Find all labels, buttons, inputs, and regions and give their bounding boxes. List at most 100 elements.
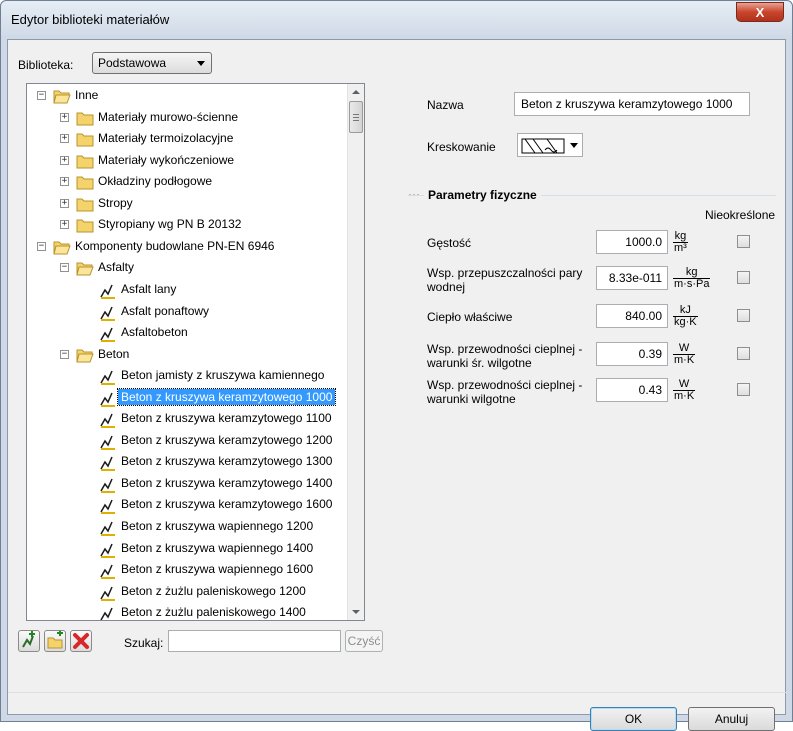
- material-icon: [100, 607, 113, 620]
- tree-material-item[interactable]: Beton z żużlu paleniskowego 1400: [27, 603, 347, 620]
- chevron-down-icon: [570, 143, 578, 148]
- chevron-down-icon: [197, 61, 205, 66]
- tree-material-item[interactable]: Beton z kruszywa keramzytowego 1000: [27, 387, 347, 408]
- param-value-field[interactable]: 8.33e-011: [596, 266, 668, 290]
- footer-divider: [8, 692, 787, 693]
- tree-material-item[interactable]: Asfalt lany: [27, 280, 347, 300]
- tree-material-item[interactable]: Asfaltobeton: [27, 323, 347, 343]
- param-label: Wsp. przewodności cieplnej - warunki śr.…: [427, 342, 583, 370]
- add-folder-icon: [47, 630, 63, 649]
- collapse-icon[interactable]: −: [60, 349, 69, 359]
- material-icon: [100, 478, 115, 493]
- tree-item-label: Styropiany wg PN B 20132: [98, 217, 242, 232]
- param-value-field[interactable]: 1000.0: [596, 230, 668, 254]
- tree-item-label: Beton z kruszywa wapiennego 1600: [121, 562, 314, 577]
- tree-folder-item[interactable]: + Stropy: [27, 194, 347, 214]
- name-label: Nazwa: [427, 98, 464, 112]
- tree-item-label: Beton: [98, 346, 130, 361]
- tree-material-item[interactable]: Beton z kruszywa keramzytowego 1300: [27, 452, 347, 472]
- library-select[interactable]: Podstawowa: [92, 52, 212, 74]
- param-value-field[interactable]: 0.43: [596, 378, 668, 402]
- tree-item-label: Beton jamisty z kruszywa kamiennego: [121, 368, 325, 383]
- undefined-checkbox[interactable]: [737, 383, 750, 396]
- unit-numerator: kJ: [679, 304, 691, 316]
- title-bar[interactable]: Edytor biblioteki materiałów X: [1, 1, 792, 39]
- tree-folder-item[interactable]: + Okładziny podłogowe: [27, 172, 347, 192]
- search-input[interactable]: [168, 630, 341, 652]
- scroll-up-icon[interactable]: [352, 90, 360, 94]
- unit-denominator: m·K: [673, 390, 696, 402]
- expand-icon[interactable]: +: [60, 198, 69, 208]
- tree-item-label: Asfaltobeton: [121, 325, 188, 340]
- undefined-checkbox[interactable]: [737, 271, 750, 284]
- tree-material-item[interactable]: Beton z kruszywa wapiennego 1600: [27, 560, 347, 580]
- collapse-icon[interactable]: −: [60, 263, 69, 273]
- folder-open-icon: [76, 262, 94, 276]
- expand-icon[interactable]: +: [60, 134, 69, 144]
- tree-material-item[interactable]: Beton z kruszywa keramzytowego 1200: [27, 431, 347, 451]
- folder-icon: [76, 112, 94, 126]
- add-folder-button[interactable]: [44, 630, 66, 652]
- undefined-checkbox[interactable]: [737, 347, 750, 360]
- tree-material-item[interactable]: Asfalt ponaftowy: [27, 302, 347, 322]
- tree-folder-item[interactable]: − Inne: [27, 86, 347, 106]
- window-title: Edytor biblioteki materiałów: [11, 12, 170, 27]
- tree-item-label: Beton z żużlu paleniskowego 1200: [121, 583, 306, 598]
- collapse-icon[interactable]: −: [37, 91, 46, 100]
- tree-item-label: Asfalt ponaftowy: [121, 303, 210, 318]
- scroll-down-icon[interactable]: [352, 610, 360, 614]
- add-material-button[interactable]: [18, 630, 40, 652]
- material-tree[interactable]: − Inne + Materiały murowo-ścienne + Materiały…: [26, 83, 365, 621]
- hatch-select[interactable]: [517, 133, 583, 157]
- unit-numerator: kg: [674, 230, 687, 242]
- tree-item-label: Asfalty: [98, 260, 135, 275]
- param-value-field[interactable]: 840.00: [596, 304, 668, 328]
- undefined-checkbox[interactable]: [737, 309, 750, 322]
- name-field[interactable]: [514, 92, 750, 116]
- cancel-button[interactable]: Anuluj: [688, 707, 775, 731]
- ok-button[interactable]: OK: [590, 707, 677, 731]
- tree-item-label: Stropy: [98, 195, 133, 210]
- material-icon: [100, 392, 115, 407]
- delete-button[interactable]: [70, 630, 92, 652]
- tree-folder-item[interactable]: + Materiały murowo-ścienne: [27, 108, 347, 128]
- search-label: Szukaj:: [124, 636, 164, 650]
- expand-icon[interactable]: +: [60, 155, 69, 165]
- unit-numerator: W: [678, 378, 690, 390]
- tree-folder-item[interactable]: + Materiały wykończeniowe: [27, 151, 347, 171]
- material-icon: [100, 327, 115, 343]
- undefined-checkbox[interactable]: [737, 235, 750, 248]
- grip-line: [353, 114, 359, 115]
- tree-material-item[interactable]: Beton jamisty z kruszywa kamiennego: [27, 366, 347, 386]
- close-button[interactable]: X: [736, 2, 784, 22]
- tree-scrollbar[interactable]: [347, 84, 364, 620]
- tree-material-item[interactable]: Beton z kruszywa keramzytowego 1400: [27, 474, 347, 494]
- folder-icon: [76, 176, 94, 190]
- material-icon: [100, 521, 115, 536]
- tree-material-item[interactable]: Beton z żużlu paleniskowego 1200: [27, 582, 347, 602]
- tree-folder-item[interactable]: + Materiały termoizolacyjne: [27, 129, 347, 149]
- tree-folder-item[interactable]: + Styropiany wg PN B 20132: [27, 215, 347, 235]
- tree-material-item[interactable]: Beton z kruszywa keramzytowego 1100: [27, 409, 347, 429]
- expand-icon[interactable]: +: [60, 112, 69, 122]
- unit-denominator: m·K: [673, 354, 696, 366]
- tree-folder-item[interactable]: − Komponenty budowlane PN-EN 6946: [27, 237, 347, 257]
- expand-icon[interactable]: +: [60, 220, 69, 230]
- tree-item-label: Beton z kruszywa keramzytowego 1300: [121, 454, 333, 469]
- param-value-field[interactable]: 0.39: [596, 342, 668, 366]
- tree-material-item[interactable]: Beton z kruszywa keramzytowego 1600: [27, 495, 347, 515]
- tree-folder-item[interactable]: − Asfalty: [27, 258, 347, 278]
- expand-icon[interactable]: +: [60, 177, 69, 187]
- add-material-icon: [22, 631, 35, 648]
- tree-folder-item[interactable]: − Beton: [27, 345, 347, 365]
- tree-material-item[interactable]: Beton z kruszywa wapiennego 1400: [27, 539, 347, 559]
- param-unit: kg m³: [673, 231, 688, 254]
- collapse-icon[interactable]: −: [37, 241, 46, 251]
- folder-icon: [76, 219, 94, 233]
- tree-item-label: Beton z kruszywa keramzytowego 1600: [121, 497, 333, 512]
- material-icon: [100, 564, 115, 580]
- clear-search-button[interactable]: Czyść: [345, 630, 383, 652]
- scrollbar-thumb[interactable]: [349, 101, 363, 133]
- material-icon: [100, 500, 115, 515]
- tree-material-item[interactable]: Beton z kruszywa wapiennego 1200: [27, 517, 347, 537]
